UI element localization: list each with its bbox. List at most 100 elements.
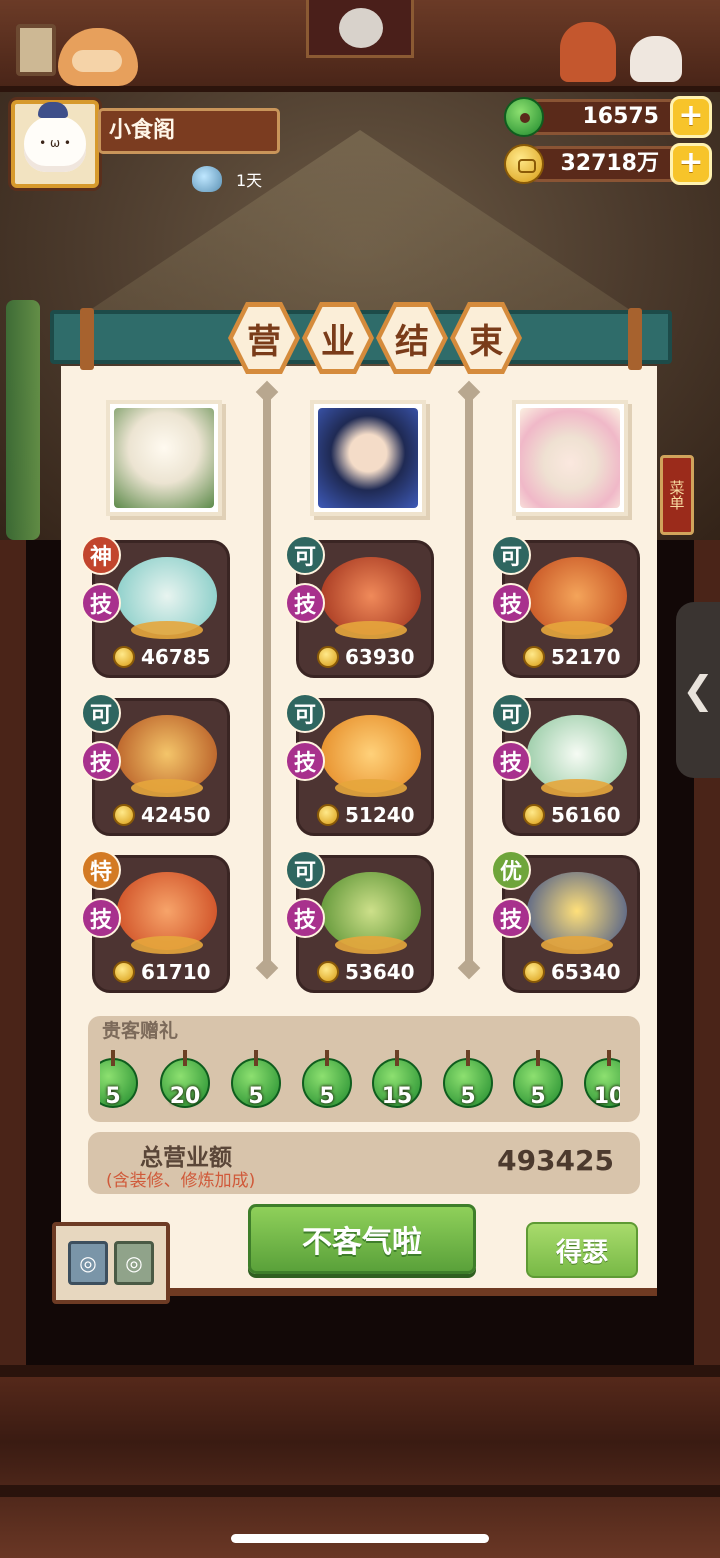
bamboo-decoration [6, 300, 40, 540]
add-jade-button[interactable]: + [670, 96, 712, 138]
floor [0, 1365, 720, 1558]
guest-gifts: 贵客赠礼 5 20 5 5 15 5 5 10 [88, 1016, 640, 1122]
coin-icon [113, 646, 135, 668]
total-revenue: 总营业额 (含装修、修炼加成) 493425 [88, 1132, 640, 1194]
title-char: 束 [455, 307, 517, 369]
gift-item: 5 [443, 1050, 493, 1109]
rank-badge: 可 [285, 693, 325, 733]
days-indicator: 1天 [192, 166, 262, 192]
coin-icon [523, 646, 545, 668]
dish-price: 42450 [141, 803, 211, 827]
gift-item: 20 [160, 1050, 210, 1109]
gift-item: 5 [302, 1050, 352, 1109]
title-char: 营 [233, 307, 295, 369]
dish-image [527, 715, 627, 797]
dish-card[interactable]: 优 技 65340 [491, 850, 640, 993]
dish-card[interactable]: 特 技 61710 [81, 850, 230, 993]
coin-icon [523, 961, 545, 983]
gold-coin-icon [504, 144, 544, 184]
camera-icon[interactable]: ◎ [68, 1241, 108, 1285]
dish-card[interactable]: 可 技 56160 [491, 693, 640, 836]
dish-price: 53640 [345, 960, 415, 984]
wall-frame-decoration [16, 24, 56, 76]
coin-icon [113, 961, 135, 983]
coin-icon [317, 804, 339, 826]
skill-badge: 技 [491, 741, 531, 781]
dish-image [527, 872, 627, 954]
gift-list: 5 20 5 5 15 5 5 10 [100, 1046, 620, 1122]
gift-quantity: 5 [319, 1084, 335, 1109]
dish-image [117, 715, 217, 797]
gift-item: 5 [100, 1050, 138, 1109]
dish-card[interactable]: 可 技 63930 [285, 535, 434, 678]
dish-image [117, 557, 217, 639]
gift-quantity: 5 [530, 1084, 546, 1109]
rank-badge: 优 [491, 850, 531, 890]
chevron-left-icon: ❮ [682, 668, 714, 712]
chef-portrait-2[interactable] [310, 400, 426, 516]
chef-portrait-3[interactable] [512, 400, 628, 516]
dish-price: 56160 [551, 803, 621, 827]
rank-badge: 特 [81, 850, 121, 890]
gift-quantity: 20 [169, 1084, 201, 1109]
dish-image [117, 872, 217, 954]
total-value: 493425 [497, 1144, 614, 1177]
gift-item: 5 [231, 1050, 281, 1109]
skill-badge: 技 [491, 898, 531, 938]
skill-badge: 技 [81, 898, 121, 938]
gem-icon [192, 166, 222, 192]
menu-tab[interactable]: 菜单 [660, 455, 694, 535]
home-indicator[interactable] [231, 1534, 489, 1543]
dish-image [321, 715, 421, 797]
coin-icon [113, 804, 135, 826]
dish-card[interactable]: 神 技 46785 [81, 535, 230, 678]
title-char: 结 [381, 307, 443, 369]
dish-image [321, 872, 421, 954]
gift-item: 10 [584, 1050, 620, 1109]
hanging-sign [306, 0, 414, 58]
gift-item: 15 [372, 1050, 422, 1109]
gift-quantity: 15 [381, 1084, 413, 1109]
confirm-button[interactable]: 不客气啦 [248, 1204, 476, 1274]
gift-quantity: 5 [248, 1084, 264, 1109]
add-gold-button[interactable]: + [670, 143, 712, 185]
rank-badge: 可 [285, 850, 325, 890]
character-decoration [560, 22, 616, 82]
dish-image [527, 557, 627, 639]
coin-icon [523, 804, 545, 826]
skill-badge: 技 [285, 741, 325, 781]
gifts-title: 贵客赠礼 [102, 1020, 179, 1042]
rank-badge: 可 [81, 693, 121, 733]
cat-avatar-icon [24, 102, 86, 172]
screenshot-tools: ◎ ◎ [52, 1222, 170, 1304]
restaurant-name[interactable]: 小食阁 [98, 108, 280, 154]
skill-badge: 技 [81, 583, 121, 623]
dish-price: 65340 [551, 960, 621, 984]
skill-badge: 技 [285, 898, 325, 938]
player-avatar[interactable] [11, 100, 99, 188]
column-divider [465, 390, 473, 970]
share-icon[interactable]: ◎ [114, 1241, 154, 1285]
dish-card[interactable]: 可 技 42450 [81, 693, 230, 836]
rank-badge: 可 [285, 535, 325, 575]
dish-image [321, 557, 421, 639]
gift-quantity: 5 [105, 1084, 121, 1109]
skill-badge: 技 [285, 583, 325, 623]
dish-price: 52170 [551, 645, 621, 669]
column-divider [263, 390, 271, 970]
jade-coin-icon [504, 97, 544, 137]
dish-card[interactable]: 可 技 52170 [491, 535, 640, 678]
dish-price: 61710 [141, 960, 211, 984]
title-char: 业 [307, 307, 369, 369]
skill-badge: 技 [491, 583, 531, 623]
dish-price: 51240 [345, 803, 415, 827]
panel-title: 营 业 结 束 [228, 302, 522, 374]
chef-portrait-1[interactable] [106, 400, 222, 516]
dish-card[interactable]: 可 技 51240 [285, 693, 434, 836]
show-off-button[interactable]: 得瑟 [526, 1222, 638, 1278]
side-drawer-handle[interactable]: ❮ [676, 602, 720, 778]
total-note: (含装修、修炼加成) [106, 1171, 256, 1191]
gift-quantity: 10 [593, 1084, 620, 1109]
skill-badge: 技 [81, 741, 121, 781]
dish-card[interactable]: 可 技 53640 [285, 850, 434, 993]
